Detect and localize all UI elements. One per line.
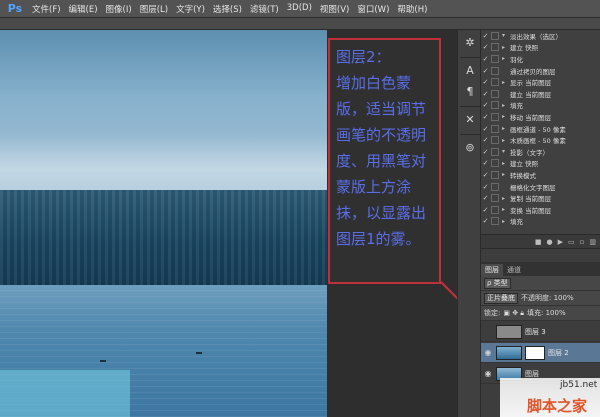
action-row[interactable]: ✓ ▸ 填充 (481, 100, 600, 112)
filter-kind-select[interactable]: ρ 类型 (484, 277, 511, 289)
folder-icon[interactable]: ▭ (568, 238, 575, 246)
opacity-field[interactable]: 不透明度: 100% (521, 293, 574, 303)
annotation-line: 画笔的不透明 (336, 126, 427, 144)
tab-channels[interactable]: 通道 (503, 264, 525, 276)
annotation-line: 增加白色蒙 (336, 74, 412, 92)
layer-thumbnail (496, 345, 522, 360)
styles-icon[interactable]: ⊚ (460, 138, 480, 156)
actions-icon[interactable]: ✲ (460, 33, 480, 51)
photoshop-logo: Ps (7, 2, 23, 15)
action-row[interactable]: ✓ 通过拷贝的图层 (481, 65, 600, 77)
action-row[interactable]: ✓ ▸ 建立 快照 (481, 42, 600, 54)
action-row[interactable]: ✓ 建立 当前图层 (481, 88, 600, 100)
play-icon[interactable]: ▶ (558, 238, 563, 246)
annotation-box: 图层2： 增加白色蒙 版，适当调节 画笔的不透明 度、用黑笔对 蒙版上方涂 抹，… (328, 38, 441, 284)
options-bar (0, 18, 600, 30)
action-row[interactable]: ✓ ▸ 转换模式 (481, 169, 600, 181)
paragraph-icon[interactable]: ¶ (460, 82, 480, 100)
menu-edit[interactable]: 编辑(E) (69, 3, 98, 15)
layer-name: 图层 3 (525, 327, 546, 336)
tree-line (0, 190, 327, 285)
divider (460, 131, 480, 135)
layer-row[interactable]: 图层 3 (481, 322, 600, 342)
menu-help[interactable]: 帮助(H) (397, 3, 427, 15)
divider (460, 103, 480, 107)
watermark-name: 脚本之家 (527, 397, 588, 415)
bird (100, 360, 106, 362)
lock-label: 锁定: (484, 309, 501, 317)
blend-mode-select[interactable]: 正片叠底 (484, 292, 518, 304)
layer-name: 图层 2 (548, 348, 569, 357)
menu-window[interactable]: 窗口(W) (357, 3, 389, 15)
lock-row: 锁定: ▣ ✥ 🔒︎ 填充: 100% (481, 306, 600, 321)
action-row[interactable]: ✓ ▸ 画框通道 - 50 像素 (481, 123, 600, 135)
stop-icon[interactable]: ■ (535, 238, 542, 246)
fill-field[interactable]: 填充: 100% (527, 308, 566, 318)
action-row[interactable]: ✓ ▸ 建立 快照 (481, 158, 600, 170)
action-row[interactable]: ✓ ▸ 变换 当前图层 (481, 204, 600, 216)
lock-icon[interactable]: ▣ ✥ 🔒︎ (503, 309, 524, 318)
action-row[interactable]: ✓ ▾ 投影（文字） (481, 146, 600, 158)
menu-3d[interactable]: 3D(D) (287, 3, 312, 15)
layer-mask-thumbnail[interactable] (525, 345, 545, 360)
action-row[interactable]: ✓ ▸ 复制 当前图层 (481, 192, 600, 204)
tab-layers[interactable]: 图层 (481, 264, 503, 276)
tool-presets-icon[interactable]: ✕ (460, 110, 480, 128)
menu-bar: Ps 文件(F) 编辑(E) 图像(I) 图层(L) 文字(Y) 选择(S) 滤… (0, 0, 600, 18)
panel-tool-strip: ✲ A ¶ ✕ ⊚ (457, 30, 481, 417)
new-action-icon[interactable]: ▫ (580, 238, 585, 246)
document-canvas[interactable] (0, 30, 327, 417)
action-row[interactable]: ✓ ▸ 移动 当前图层 (481, 111, 600, 123)
blend-row: 正片叠底 不透明度: 100% (481, 291, 600, 306)
menu-image[interactable]: 图像(I) (106, 3, 132, 15)
annotation-line: 图层1的雾。 (336, 230, 421, 248)
annotation-line: 版，适当调节 (336, 100, 427, 118)
layer-thumbnail (496, 324, 522, 339)
actions-footer: ■ ● ▶ ▭ ▫ ▥ (481, 235, 600, 249)
actions-panel: ✓ ▾ 淡出效果（选区） ✓ ▸ 建立 快照 ✓ ▸ 羽化 ✓ 通过拷贝的图层 ✓ ▸ 显示 当前… (481, 30, 600, 235)
action-row[interactable]: ✓ ▸ 填充 (481, 216, 600, 228)
trash-icon[interactable]: ▥ (589, 238, 596, 246)
action-row[interactable]: ✓ ▸ 羽化 (481, 53, 600, 65)
annotation-line: 度、用黑笔对 (336, 152, 427, 170)
action-row[interactable]: ✓ ▾ 淡出效果（选区） (481, 30, 600, 42)
annotation-line: 蒙版上方涂 (336, 178, 412, 196)
menu-layer[interactable]: 图层(L) (140, 3, 168, 15)
shore-highlight (0, 370, 130, 417)
eye-icon[interactable]: ◉ (483, 348, 493, 357)
action-row[interactable]: ✓ 栅格化文字图层 (481, 181, 600, 193)
layer-row[interactable]: ◉ 图层 2 (481, 343, 600, 363)
layers-tabs: 图层 通道 (481, 262, 600, 276)
annotation-line: 抹，以显露出 (336, 204, 427, 222)
menu-type[interactable]: 文字(Y) (176, 3, 205, 15)
bird (196, 352, 202, 354)
record-icon[interactable]: ● (547, 238, 553, 246)
character-icon[interactable]: A (460, 61, 480, 79)
menu-filter[interactable]: 滤镜(T) (250, 3, 279, 15)
action-row[interactable]: ✓ ▸ 木质画框 - 50 像素 (481, 134, 600, 146)
right-panel: ✓ ▾ 淡出效果（选区） ✓ ▸ 建立 快照 ✓ ▸ 羽化 ✓ 通过拷贝的图层 ✓ ▸ 显示 当前… (481, 30, 600, 417)
annotation-line: 图层2： (336, 48, 391, 66)
action-row[interactable]: ✓ ▸ 显示 当前图层 (481, 76, 600, 88)
eye-icon[interactable]: ◉ (483, 369, 493, 378)
menu-view[interactable]: 视图(V) (320, 3, 349, 15)
menu-file[interactable]: 文件(F) (32, 3, 61, 15)
watermark-site: jb51.net (560, 380, 598, 390)
divider (460, 54, 480, 58)
main-menu: 文件(F) 编辑(E) 图像(I) 图层(L) 文字(Y) 选择(S) 滤镜(T… (32, 3, 427, 15)
layer-name: 图层 (525, 369, 539, 378)
layer-filter-row: ρ 类型 (481, 276, 600, 291)
menu-select[interactable]: 选择(S) (213, 3, 242, 15)
